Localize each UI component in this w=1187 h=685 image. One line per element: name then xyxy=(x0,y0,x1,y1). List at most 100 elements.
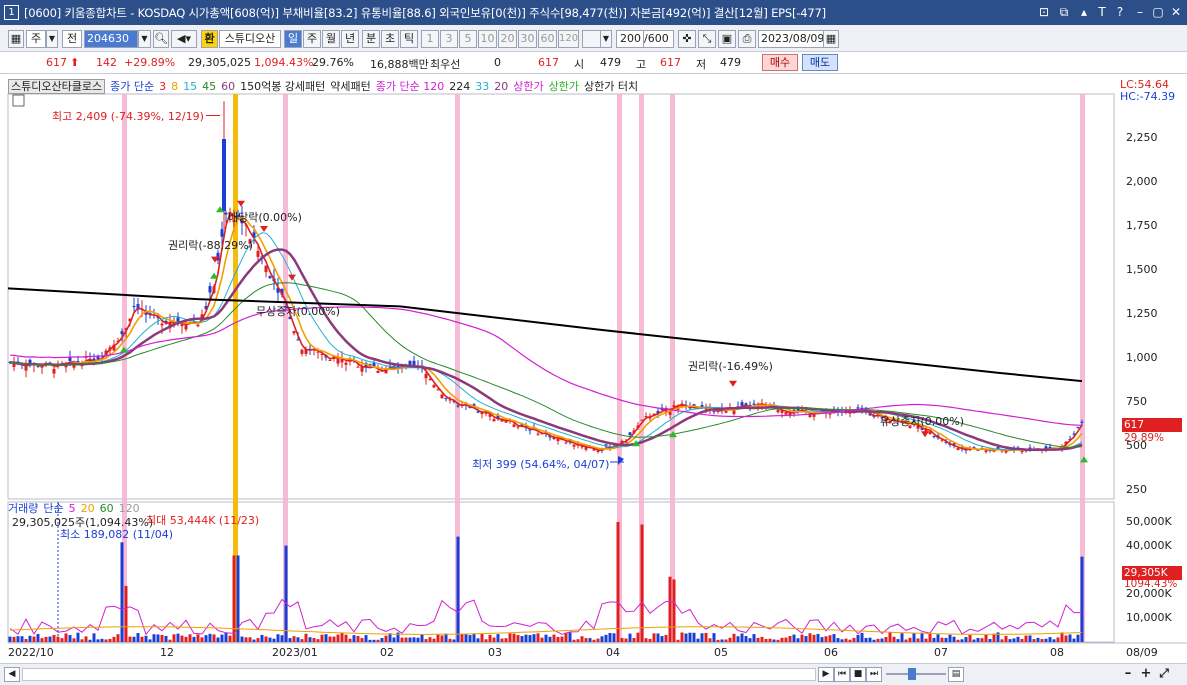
volume-bar xyxy=(408,637,412,642)
screen-icon[interactable]: ⊡ xyxy=(1036,4,1052,20)
volume-bar xyxy=(156,634,160,642)
minute-5[interactable]: 5 xyxy=(459,30,477,48)
tab-yearly[interactable]: 년 xyxy=(341,30,359,48)
zoom-fit-icon[interactable]: ▤ xyxy=(948,667,964,682)
help-icon[interactable]: ? xyxy=(1112,4,1128,20)
minute-60[interactable]: 60 xyxy=(538,30,557,48)
search-icon[interactable]: 🔍︎ xyxy=(153,30,169,48)
date-input[interactable]: 2023/08/09 xyxy=(758,30,824,48)
volume-bar xyxy=(452,639,456,642)
minimize-icon[interactable]: – xyxy=(1132,4,1148,20)
volume-bar xyxy=(312,638,316,642)
stock-code-input[interactable]: 204630 xyxy=(84,30,138,48)
volume-bar xyxy=(252,639,256,642)
minute-1[interactable]: 1 xyxy=(421,30,439,48)
volume-bar xyxy=(960,639,964,642)
volume-bar xyxy=(944,637,948,642)
font-up-icon[interactable]: ▴ xyxy=(1076,4,1092,20)
ma120-label[interactable]: 종가 단순 120 xyxy=(376,80,444,93)
close-icon[interactable]: ✕ xyxy=(1168,4,1184,20)
zoom-out-icon[interactable]: – xyxy=(1120,667,1136,682)
zoom-slider-thumb[interactable] xyxy=(908,668,916,680)
line-icon[interactable]: ⤡ xyxy=(698,30,716,48)
first-icon[interactable]: ⏮ xyxy=(834,667,850,682)
scroll-left-icon[interactable]: ◀ xyxy=(4,667,20,682)
volume-bar xyxy=(364,635,368,642)
tab-monthly[interactable]: 월 xyxy=(322,30,340,48)
indicator-name[interactable]: 스튜디오산타클로스 xyxy=(8,79,106,94)
tab-minute[interactable]: 분 xyxy=(362,30,380,48)
market-select[interactable]: 전 xyxy=(62,30,82,48)
volume-bar xyxy=(292,636,296,642)
ma-label[interactable]: 종가 단순 xyxy=(110,80,154,93)
volume-bar xyxy=(984,634,988,642)
volume-bar xyxy=(948,634,952,642)
volume-bar xyxy=(68,635,72,642)
tab-second[interactable]: 초 xyxy=(381,30,399,48)
chevron-down-icon[interactable]: ▼ xyxy=(46,30,58,48)
calendar-icon[interactable]: ▦ xyxy=(823,30,839,48)
minute-30[interactable]: 30 xyxy=(518,30,537,48)
candle-body xyxy=(52,368,56,374)
window-link-icon[interactable]: ⧉ xyxy=(1056,4,1072,20)
volume-bar xyxy=(776,639,780,642)
maximize-icon[interactable]: ▢ xyxy=(1150,4,1166,20)
volume-bar xyxy=(160,634,164,642)
cross-icon[interactable]: ✜ xyxy=(678,30,696,48)
tab-tick[interactable]: 틱 xyxy=(400,30,418,48)
chart-type-icon[interactable]: ▦ xyxy=(8,30,24,48)
save-icon[interactable]: ▣ xyxy=(718,30,736,48)
volume-bar xyxy=(1012,638,1016,642)
grid-icon xyxy=(12,94,25,107)
volume-bar xyxy=(284,545,288,642)
volume-bar xyxy=(956,639,960,642)
sell-button[interactable]: 매도 xyxy=(802,54,838,71)
count-input[interactable]: 200 xyxy=(616,30,644,48)
volume-bar xyxy=(400,637,404,642)
custom-period-dropdown-icon[interactable]: ▼ xyxy=(600,30,612,48)
buy-button[interactable]: 매수 xyxy=(762,54,798,71)
scroll-track[interactable] xyxy=(22,668,816,681)
fullscreen-icon[interactable]: ⤢ xyxy=(1156,667,1172,682)
pattern-strong[interactable]: 150억봉 강세패턴 xyxy=(240,80,325,93)
price-change-pct: +29.89% xyxy=(124,56,176,69)
window-number[interactable]: 1 xyxy=(4,5,19,20)
tab-weekly[interactable]: 주 xyxy=(303,30,321,48)
minute-120[interactable]: 120 xyxy=(558,30,579,48)
stop-icon[interactable]: ■ xyxy=(850,667,866,682)
zoom-slider[interactable] xyxy=(886,673,946,675)
volume-pct: 1,094.43% xyxy=(254,56,314,69)
scroll-bar[interactable]: ◀ ▶ ⏮ ■ ⏭ ▤ – + ⤢ xyxy=(0,663,1187,685)
print-icon[interactable]: ⎙ xyxy=(738,30,756,48)
volume-bar xyxy=(240,636,244,642)
scroll-right-icon[interactable]: ▶ xyxy=(818,667,834,682)
stock-chart[interactable] xyxy=(0,74,1187,663)
upper-limit-touch[interactable]: 상한가 터치 xyxy=(584,80,638,93)
volume-bar xyxy=(376,639,380,642)
zoom-in-icon[interactable]: + xyxy=(1138,667,1154,682)
currency-icon[interactable]: 환 xyxy=(201,30,218,48)
candle-body xyxy=(268,276,272,279)
volume-bar xyxy=(736,636,740,642)
upper-limit-label-2[interactable]: 상한가 xyxy=(549,80,579,93)
volume-bar xyxy=(852,637,856,642)
minute-3[interactable]: 3 xyxy=(440,30,458,48)
volume-bar xyxy=(988,638,992,642)
volume-bar xyxy=(316,639,320,642)
minute-20[interactable]: 20 xyxy=(498,30,517,48)
volume-bar xyxy=(820,637,824,642)
tab-daily[interactable]: 일 xyxy=(284,30,302,48)
volume-bar xyxy=(764,638,768,642)
period-week-select[interactable]: 주 xyxy=(26,30,46,48)
minute-10[interactable]: 10 xyxy=(478,30,497,48)
next-icon[interactable]: ⏭ xyxy=(866,667,882,682)
annotation-rights-1: 권리락(-88.29%) xyxy=(168,239,253,252)
pattern-weak[interactable]: 약세패턴 xyxy=(330,80,370,93)
window-title: [0600] 키움종합차트 - KOSDAQ 시가총액[608(억)] 부채비율… xyxy=(24,6,826,20)
code-dropdown-icon[interactable]: ▼ xyxy=(138,30,151,48)
font-icon[interactable]: T xyxy=(1094,4,1110,20)
high-label: 고 xyxy=(636,58,647,71)
speaker-icon[interactable]: ◀▾ xyxy=(171,30,197,48)
volume-bar xyxy=(892,636,896,642)
upper-limit-label[interactable]: 상한가 xyxy=(513,80,543,93)
